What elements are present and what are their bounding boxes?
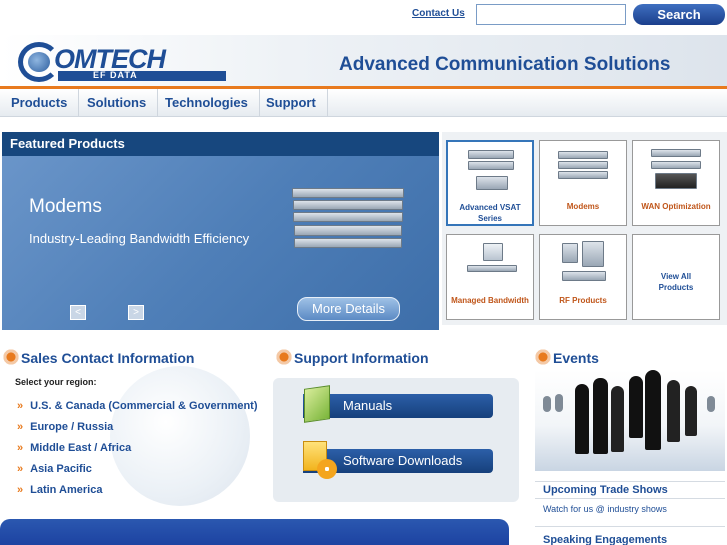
main-nav: Products Solutions Technologies Support [0, 89, 727, 117]
search-input[interactable] [476, 4, 626, 25]
more-details-button[interactable]: More Details [297, 297, 400, 321]
person-silhouette [629, 376, 643, 438]
sales-title: Sales Contact Information [21, 350, 195, 366]
nav-technologies[interactable]: Technologies [154, 89, 260, 117]
grid-cell-label: Advanced VSAT Series [459, 203, 521, 223]
grid-cell-modems[interactable]: Modems [539, 140, 627, 226]
grid-cell-vsat[interactable]: Advanced VSAT Series [446, 140, 534, 226]
region-label-text: Latin America [30, 484, 103, 496]
person-silhouette [611, 386, 624, 452]
nav-solutions[interactable]: Solutions [76, 89, 159, 117]
grid-cell-view-all[interactable]: View All Products [632, 234, 720, 320]
search-button[interactable]: Search [633, 4, 725, 25]
device-image [582, 241, 604, 267]
region-asia-pacific[interactable]: » Asia Pacific [17, 463, 92, 475]
manuals-button[interactable]: Manuals [303, 394, 493, 418]
arrow-icon: » [17, 421, 24, 433]
nav-products[interactable]: Products [0, 89, 80, 117]
arrow-icon: » [17, 463, 24, 475]
comtech-logo[interactable]: OMTECH EF DATA [18, 40, 228, 84]
section-bullet-icon [534, 348, 552, 366]
device-image [655, 173, 697, 189]
device-image [562, 243, 578, 263]
person-silhouette [543, 396, 551, 412]
person-silhouette [645, 370, 661, 450]
contact-us-link[interactable]: Contact Us [412, 8, 465, 19]
tagline: Advanced Communication Solutions [339, 54, 671, 75]
grid-cell-label: Modems [566, 202, 600, 211]
person-silhouette [667, 380, 680, 442]
person-silhouette [575, 384, 589, 454]
device-image [476, 176, 508, 190]
modem-stack-image [292, 188, 404, 250]
grid-cell-wan[interactable]: WAN Optimization [632, 140, 720, 226]
modem-unit [293, 212, 403, 222]
modem-unit [294, 225, 402, 236]
modem-unit [293, 200, 403, 210]
region-us-canada[interactable]: » U.S. & Canada (Commercial & Government) [17, 400, 258, 412]
device-image [468, 161, 514, 170]
region-label-text: U.S. & Canada (Commercial & Government) [30, 400, 258, 412]
person-silhouette [685, 386, 697, 436]
next-arrow-button[interactable]: > [128, 305, 144, 320]
arrow-icon: » [17, 400, 24, 412]
device-image [651, 149, 701, 157]
nav-support[interactable]: Support [255, 89, 328, 117]
device-image [651, 161, 701, 169]
grid-cell-label: Managed Bandwidth [451, 296, 529, 305]
grid-cell-managed-bandwidth[interactable]: Managed Bandwidth [446, 234, 534, 320]
section-bullet-icon [275, 348, 293, 366]
cd-disc-icon [317, 459, 337, 479]
region-label-text: Asia Pacific [30, 463, 92, 475]
trade-shows-link[interactable]: Upcoming Trade Shows [543, 484, 668, 496]
monitor-icon [483, 243, 503, 261]
region-prompt: Select your region: [15, 377, 97, 387]
events-title: Events [553, 350, 599, 366]
page: Contact Us Search OMTECH EF DATA Advance… [0, 0, 727, 545]
featured-title: Featured Products [2, 132, 439, 156]
bottom-banner [0, 519, 509, 545]
region-latin-america[interactable]: » Latin America [17, 484, 102, 496]
person-silhouette [555, 394, 563, 412]
events-divider [535, 526, 725, 527]
grid-cell-rf-products[interactable]: RF Products [539, 234, 627, 320]
device-image [467, 265, 517, 272]
device-image [558, 161, 608, 169]
trade-shows-subtitle: Watch for us @ industry shows [543, 504, 667, 514]
manual-book-icon [304, 385, 330, 423]
featured-description: Industry-Leading Bandwidth Efficiency [29, 231, 250, 246]
person-silhouette [593, 378, 608, 454]
arrow-icon: » [17, 442, 24, 454]
modem-unit [294, 238, 402, 248]
device-image [468, 150, 514, 159]
grid-cell-label: RF Products [559, 296, 607, 305]
prev-arrow-button[interactable]: < [70, 305, 86, 320]
person-silhouette [707, 396, 715, 412]
device-image [558, 151, 608, 159]
grid-cell-label: View All Products [658, 272, 694, 292]
region-middle-east-africa[interactable]: » Middle East / Africa [17, 442, 131, 454]
support-title: Support Information [294, 350, 429, 366]
region-label-text: Middle East / Africa [30, 442, 132, 454]
region-europe-russia[interactable]: » Europe / Russia [17, 421, 113, 433]
globe-icon [28, 52, 50, 72]
speaking-engagements-link[interactable]: Speaking Engagements [543, 534, 667, 545]
section-bullet-icon [2, 348, 20, 366]
events-divider [535, 481, 725, 482]
grid-cell-label: WAN Optimization [641, 202, 711, 211]
region-label-text: Europe / Russia [30, 421, 114, 433]
events-divider [535, 498, 725, 499]
featured-product-name: Modems [29, 196, 102, 217]
globe-background [110, 366, 250, 506]
business-people-image [535, 370, 725, 471]
modem-unit [292, 188, 404, 198]
logo-subtext: EF DATA [93, 70, 138, 80]
arrow-icon: » [17, 484, 24, 496]
device-image [562, 271, 606, 281]
device-image [558, 171, 608, 179]
logo-bar [58, 71, 226, 81]
